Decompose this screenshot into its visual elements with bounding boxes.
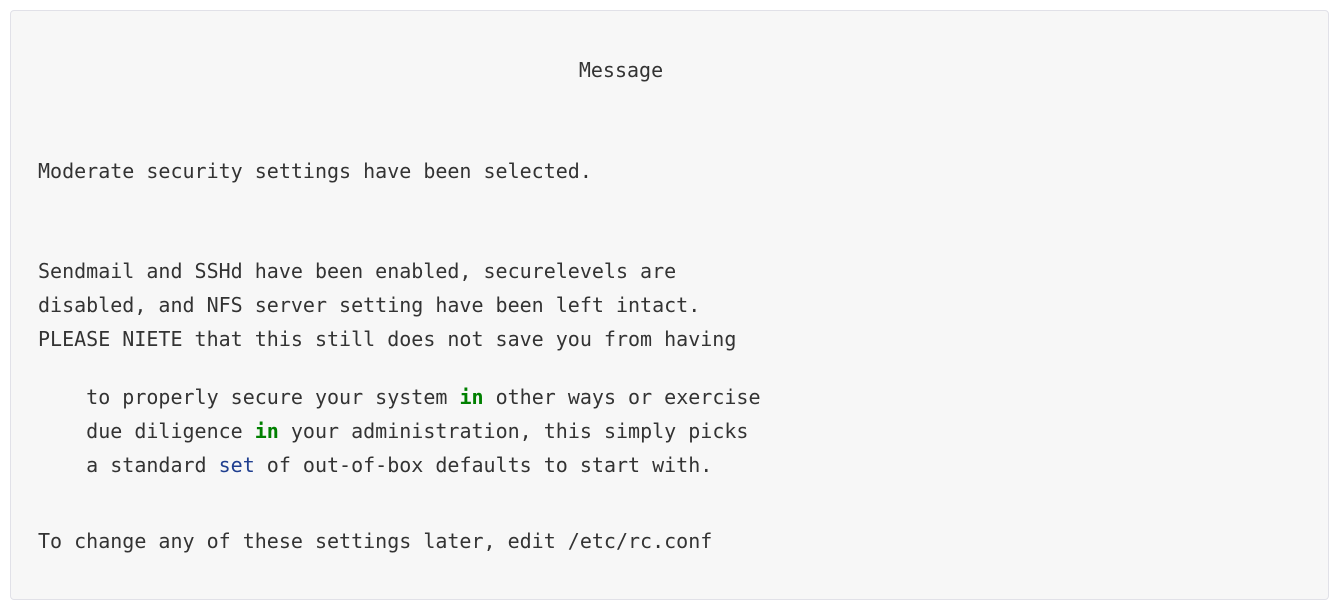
- message-line-enabled: Sendmail and SSHd have been enabled, sec…: [38, 259, 677, 283]
- message-line-disabled: disabled, and NFS server setting have be…: [38, 293, 701, 317]
- text-segment: a standard: [86, 453, 219, 477]
- message-dialog: Message Moderate security settings have …: [10, 10, 1329, 600]
- message-line-notice: PLEASE NIETE that this still does not sa…: [38, 327, 737, 351]
- message-line-selected: Moderate security settings have been sel…: [38, 159, 592, 183]
- text-segment: of out-of-box defaults to start with.: [254, 453, 713, 477]
- keyword-set: set: [218, 453, 255, 477]
- dialog-title: Message: [578, 58, 664, 82]
- message-line-defaults: a standard set of out-of-box defaults to…: [38, 429, 712, 501]
- message-line-rc-conf: To change any of these settings later, e…: [38, 529, 713, 553]
